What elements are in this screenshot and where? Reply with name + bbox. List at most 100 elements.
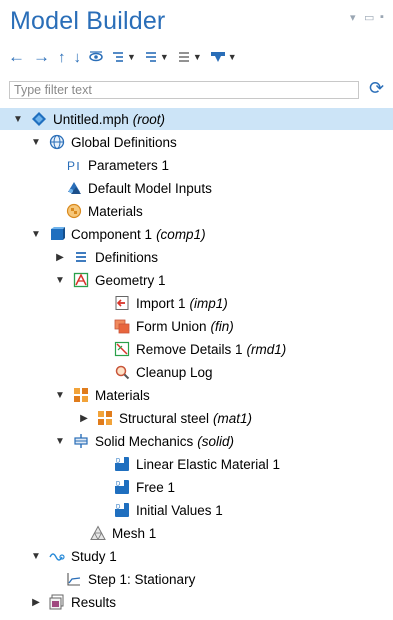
import-icon bbox=[113, 294, 131, 312]
tree-node-label: Study 1 bbox=[71, 548, 117, 564]
minimize-icon[interactable]: ▭ bbox=[364, 11, 374, 24]
expand-chevron-icon[interactable]: ▼ bbox=[54, 430, 66, 452]
tree-node-label: Geometry 1 bbox=[95, 272, 166, 288]
panel-title: Model Builder bbox=[10, 7, 166, 35]
tree-node-label: Untitled.mph bbox=[53, 111, 129, 127]
expand-sections-icon[interactable]: ▼ bbox=[111, 47, 136, 67]
tree-node-label: Remove Details 1 bbox=[136, 341, 243, 357]
tree-node-tag: (solid) bbox=[197, 433, 235, 449]
tree-node-label: Free 1 bbox=[136, 479, 176, 495]
tree-node-label: Form Union bbox=[136, 318, 207, 334]
collapse-chevron-icon[interactable]: ▶ bbox=[78, 407, 90, 429]
refresh-filter-icon[interactable]: ⟳ bbox=[369, 78, 393, 100]
tree-node-definitions[interactable]: ▶ Definitions bbox=[0, 246, 393, 268]
move-down-icon[interactable]: ↓ bbox=[74, 47, 82, 67]
expand-chevron-icon[interactable]: ▼ bbox=[54, 384, 66, 406]
node-text-menu-icon[interactable]: ▼ bbox=[177, 47, 202, 67]
view-menu-icon[interactable]: ▾ bbox=[350, 11, 356, 24]
linear-elastic-icon: D bbox=[113, 455, 131, 473]
tree-node-structural-steel[interactable]: ▶ Structural steel (mat1) bbox=[0, 407, 393, 429]
toolbar: ← → ↑ ↓ ▼ ▼ ▼ ▼ bbox=[8, 46, 245, 68]
tree-node-study-1[interactable]: ▼ Study 1 bbox=[0, 545, 393, 567]
tree-node-results[interactable]: ▶ Results bbox=[0, 591, 393, 613]
move-up-icon[interactable]: ↑ bbox=[58, 47, 66, 67]
tree-node-remove-details-1[interactable]: Remove Details 1 (rmd1) bbox=[0, 338, 393, 360]
filter-input[interactable]: Type filter text bbox=[9, 81, 359, 99]
materials-blocks-icon bbox=[72, 386, 90, 404]
tree-node-import-1[interactable]: Import 1 (imp1) bbox=[0, 292, 393, 314]
mesh-icon bbox=[89, 524, 107, 542]
tree-node-component-materials[interactable]: ▼ Materials bbox=[0, 384, 393, 406]
expand-chevron-icon[interactable]: ▼ bbox=[30, 223, 42, 245]
tree-node-tag: (fin) bbox=[210, 318, 234, 334]
forward-arrow-icon[interactable]: → bbox=[33, 47, 50, 67]
tree-node-step-1-stationary[interactable]: Step 1: Stationary bbox=[0, 568, 393, 590]
free-icon: D bbox=[113, 478, 131, 496]
tree-node-label: Cleanup Log bbox=[136, 364, 213, 380]
collapse-chevron-icon[interactable]: ▶ bbox=[54, 246, 66, 268]
expand-chevron-icon[interactable]: ▼ bbox=[54, 269, 66, 291]
tree-node-label: Global Definitions bbox=[71, 134, 177, 150]
tree-node-tag: (mat1) bbox=[213, 410, 253, 426]
tree-node-solid-mechanics[interactable]: ▼ Solid Mechanics (solid) bbox=[0, 430, 393, 452]
tree-node-cleanup-log[interactable]: Cleanup Log bbox=[0, 361, 393, 383]
material-blocks-icon bbox=[96, 409, 114, 427]
tree-node-tag: (comp1) bbox=[156, 226, 206, 242]
tree-node-tag: (rmd1) bbox=[246, 341, 287, 357]
tree-node-label: Solid Mechanics bbox=[95, 433, 194, 449]
tree-node-free-1[interactable]: D Free 1 bbox=[0, 476, 393, 498]
tree-node-mesh-1[interactable]: Mesh 1 bbox=[0, 522, 393, 544]
expand-chevron-icon[interactable]: ▼ bbox=[30, 131, 42, 153]
tree-node-label: Component 1 bbox=[71, 226, 153, 242]
geometry-icon bbox=[72, 271, 90, 289]
results-icon bbox=[48, 593, 66, 611]
tree-node-default-model-inputs[interactable]: Default Model Inputs bbox=[0, 177, 393, 199]
parameters-icon: P bbox=[65, 156, 83, 174]
root-diamond-icon bbox=[30, 110, 48, 128]
tree-node-label: Materials bbox=[95, 387, 150, 403]
tree-node-label: Initial Values 1 bbox=[136, 502, 223, 518]
tree-node-tag: (imp1) bbox=[189, 295, 228, 311]
tree-node-root[interactable]: ▼ Untitled.mph (root) bbox=[0, 108, 393, 130]
remove-details-icon bbox=[113, 340, 131, 358]
maximize-icon[interactable]: ▪ bbox=[380, 11, 384, 23]
tree-node-label: Definitions bbox=[95, 249, 159, 265]
tree-node-label: Mesh 1 bbox=[112, 525, 157, 541]
tree-node-label: Default Model Inputs bbox=[88, 180, 212, 196]
expand-chevron-icon[interactable]: ▼ bbox=[30, 545, 42, 567]
materials-icon bbox=[65, 202, 83, 220]
component-icon bbox=[48, 225, 66, 243]
tree-node-global-definitions[interactable]: ▼ Global Definitions bbox=[0, 131, 393, 153]
tree-node-tag: (root) bbox=[132, 111, 166, 127]
tree-node-component-1[interactable]: ▼ Component 1 (comp1) bbox=[0, 223, 393, 245]
back-arrow-icon[interactable]: ← bbox=[8, 47, 25, 67]
tree-node-label: Parameters 1 bbox=[88, 157, 170, 173]
tree-node-label: Step 1: Stationary bbox=[88, 571, 196, 587]
tree-node-label: Results bbox=[71, 594, 117, 610]
tree-node-label: Structural steel bbox=[119, 410, 210, 426]
study-icon bbox=[48, 547, 66, 565]
cleanup-log-icon bbox=[113, 363, 131, 381]
globe-icon bbox=[48, 133, 66, 151]
svg-text:D: D bbox=[116, 459, 121, 465]
tree-node-global-materials[interactable]: Materials bbox=[0, 200, 393, 222]
tree-node-parameters-1[interactable]: P Parameters 1 bbox=[0, 154, 393, 176]
definitions-icon bbox=[72, 248, 90, 266]
model-inputs-icon bbox=[65, 179, 83, 197]
tree-node-label: Linear Elastic Material 1 bbox=[136, 456, 281, 472]
solid-mechanics-icon bbox=[72, 432, 90, 450]
collapse-sections-icon[interactable]: ▼ bbox=[144, 47, 169, 67]
build-menu-icon[interactable]: ▼ bbox=[210, 47, 237, 67]
show-more-options-icon[interactable] bbox=[89, 47, 103, 67]
tree-node-form-union[interactable]: Form Union (fin) bbox=[0, 315, 393, 337]
tree-node-label: Materials bbox=[88, 203, 143, 219]
tree-node-initial-values-1[interactable]: D Initial Values 1 bbox=[0, 499, 393, 521]
form-union-icon bbox=[113, 317, 131, 335]
collapse-chevron-icon[interactable]: ▶ bbox=[30, 591, 42, 613]
expand-chevron-icon[interactable]: ▼ bbox=[12, 108, 24, 130]
tree-node-geometry-1[interactable]: ▼ Geometry 1 bbox=[0, 269, 393, 291]
svg-text:P: P bbox=[67, 159, 75, 173]
stationary-step-icon bbox=[65, 570, 83, 588]
tree-node-linear-elastic-material-1[interactable]: D Linear Elastic Material 1 bbox=[0, 453, 393, 475]
initial-values-icon: D bbox=[113, 501, 131, 519]
